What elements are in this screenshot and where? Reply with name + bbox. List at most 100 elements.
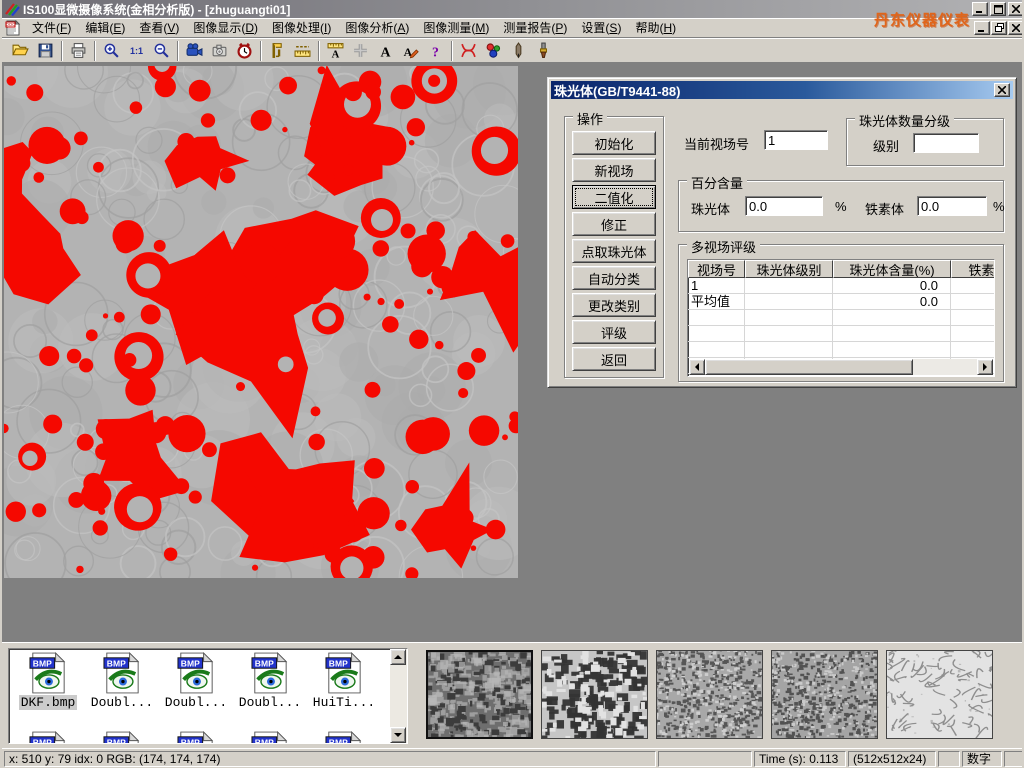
table-cell [951, 310, 995, 325]
window-close-button[interactable] [1008, 2, 1024, 16]
table-hscrollbar[interactable] [689, 359, 993, 375]
menu-item-1[interactable]: 文件(F) [25, 17, 78, 38]
grading-group: 珠光体数量分级 级别 [846, 118, 1004, 166]
op-button-7[interactable]: 评级 [572, 320, 656, 344]
file-item-3[interactable]: Doubl... [233, 652, 307, 710]
file-item-2[interactable]: Doubl... [159, 652, 233, 710]
current-field-input[interactable] [764, 130, 828, 150]
bmp-file-icon [103, 652, 141, 694]
pearlite-percent-input[interactable] [745, 196, 823, 216]
multifield-table[interactable]: 视场号珠光体级别珠光体含量(%)铁素体含量(%) 10.0平均值0.0 [687, 259, 995, 377]
toolbar-photo-camera-button[interactable] [207, 40, 232, 62]
status-empty-1 [658, 751, 752, 767]
op-button-0[interactable]: 初始化 [572, 131, 656, 155]
toolbar-annotate-button[interactable]: A [398, 40, 423, 62]
sample-thumbnail-3[interactable] [771, 650, 878, 739]
sample-thumbnail-2[interactable] [656, 650, 763, 739]
toolbar-caliper-button[interactable] [265, 40, 290, 62]
toolbar-zoom-out-button[interactable] [149, 40, 174, 62]
percent-group: 百分含量 珠光体 % 铁素体 % [678, 180, 1004, 232]
menu-item-10[interactable]: 帮助(H) [628, 17, 683, 38]
menu-item-8[interactable]: 测量报告(P) [496, 17, 574, 38]
hscroll-thumb[interactable] [705, 359, 913, 375]
ferrite-percent-input[interactable] [917, 196, 987, 216]
svg-text:1:1: 1:1 [130, 46, 143, 56]
op-button-1[interactable]: 新视场 [572, 158, 656, 182]
toolbar-video-camera-button[interactable] [182, 40, 207, 62]
table-cell [951, 342, 995, 357]
table-column-header-3[interactable]: 铁素体含量(%) [951, 260, 995, 278]
menu-item-7[interactable]: 图像测量(M) [416, 17, 496, 38]
menu-item-3[interactable]: 查看(V) [132, 17, 186, 38]
child-minimize-button[interactable] [974, 21, 990, 35]
app-logo-icon [4, 2, 20, 16]
toolbar-curve-button[interactable] [456, 40, 481, 62]
table-cell [745, 278, 833, 293]
menu-item-5[interactable]: 图像处理(I) [265, 17, 338, 38]
toolbar-brush-button[interactable] [531, 40, 556, 62]
file-item-row2-1[interactable] [85, 731, 159, 744]
file-item-1[interactable]: Doubl... [85, 652, 159, 710]
toolbar-measure-text-button[interactable]: A [323, 40, 348, 62]
sample-thumbnail-4[interactable] [886, 650, 993, 739]
file-vscrollbar[interactable] [390, 649, 407, 743]
toolbar-help-button[interactable]: ? [423, 40, 448, 62]
curve-icon [460, 42, 477, 59]
menu-item-6[interactable]: 图像分析(A) [338, 17, 416, 38]
bmp-file-icon [103, 731, 141, 744]
child-restore-button[interactable] [991, 21, 1007, 35]
toolbar-save-button[interactable] [33, 40, 58, 62]
toolbar-separator [61, 41, 63, 61]
table-cell [745, 342, 833, 357]
toolbar-pen-button[interactable] [506, 40, 531, 62]
table-cell [688, 342, 745, 357]
file-item-row2-4[interactable] [307, 731, 381, 744]
op-button-3[interactable]: 修正 [572, 212, 656, 236]
op-button-6[interactable]: 更改类别 [572, 293, 656, 317]
op-button-4[interactable]: 点取珠光体 [572, 239, 656, 263]
window-maximize-button[interactable] [990, 2, 1006, 16]
file-item-0[interactable]: DKF.bmp [11, 652, 85, 710]
child-close-button[interactable] [1008, 21, 1024, 35]
svg-text:DOC: DOC [6, 22, 15, 27]
micrograph-image[interactable] [4, 66, 518, 578]
file-item-4[interactable]: HuiTi... [307, 652, 381, 710]
table-row-empty [688, 310, 994, 326]
ruler-icon [294, 42, 311, 59]
op-button-8[interactable]: 返回 [572, 347, 656, 371]
file-label: HuiTi... [311, 695, 377, 710]
sample-thumbnail-1[interactable] [541, 650, 648, 739]
menu-item-9[interactable]: 设置(S) [574, 17, 628, 38]
vscroll-up-button[interactable] [390, 649, 406, 665]
level-input[interactable] [913, 133, 979, 153]
toolbar-crosshair-button[interactable] [348, 40, 373, 62]
file-item-row2-0[interactable] [11, 731, 85, 744]
table-column-header-0[interactable]: 视场号 [688, 260, 745, 278]
toolbar-timer-button[interactable] [232, 40, 257, 62]
dialog-title-bar[interactable]: 珠光体(GB/T9441-88) [551, 81, 1013, 99]
vscroll-down-button[interactable] [390, 727, 406, 743]
toolbar-particles-button[interactable] [481, 40, 506, 62]
file-item-row2-2[interactable] [159, 731, 233, 744]
toolbar-separator [451, 41, 453, 61]
toolbar-zoom-in-button[interactable] [99, 40, 124, 62]
toolbar-open-button[interactable] [8, 40, 33, 62]
table-column-header-1[interactable]: 珠光体级别 [745, 260, 833, 278]
table-cell: 0.0 [833, 278, 951, 293]
hscroll-right-button[interactable] [977, 359, 993, 375]
toolbar-ruler-button[interactable] [290, 40, 315, 62]
toolbar-text-button[interactable]: A [373, 40, 398, 62]
op-button-5[interactable]: 自动分类 [572, 266, 656, 290]
title-bar[interactable]: IS100显微摄像系统(金相分析版) - [zhuguangti01] [2, 0, 1024, 18]
toolbar-actual-size-button[interactable]: 1:1 [124, 40, 149, 62]
dialog-close-button[interactable] [994, 83, 1010, 97]
menu-item-4[interactable]: 图像显示(D) [186, 17, 265, 38]
menu-item-2[interactable]: 编辑(E) [78, 17, 132, 38]
table-column-header-2[interactable]: 珠光体含量(%) [833, 260, 951, 278]
toolbar-print-button[interactable] [66, 40, 91, 62]
hscroll-left-button[interactable] [689, 359, 705, 375]
window-minimize-button[interactable] [972, 2, 988, 16]
op-button-2[interactable]: 二值化 [572, 185, 656, 209]
sample-thumbnail-0[interactable] [426, 650, 533, 739]
file-item-row2-3[interactable] [233, 731, 307, 744]
